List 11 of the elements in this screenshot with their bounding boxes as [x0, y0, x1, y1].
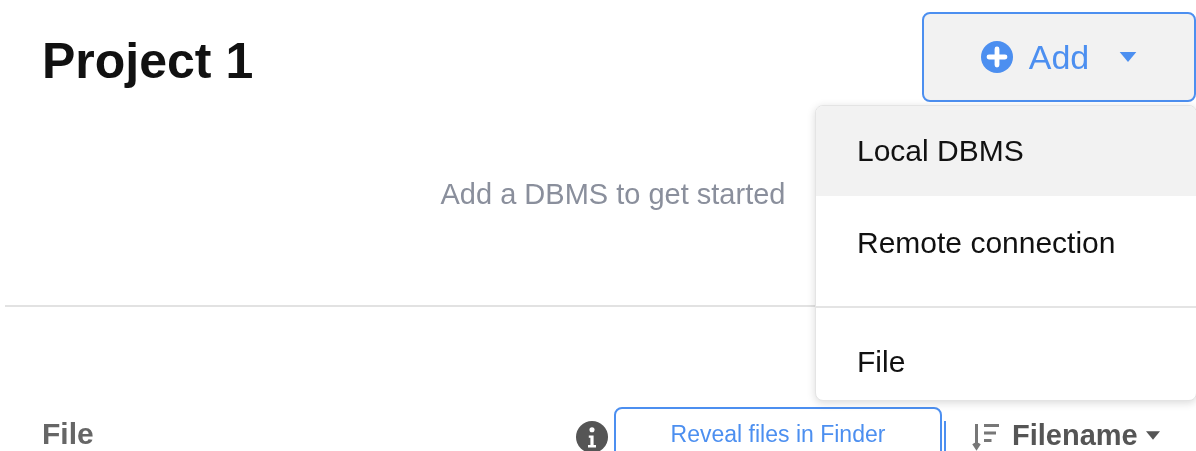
caret-icon [1145, 431, 1160, 440]
plus-circle-icon [980, 41, 1013, 73]
empty-state-text: Add a DBMS to get started [439, 178, 787, 211]
menu-item[interactable]: Local DBMS [816, 106, 1196, 196]
menu-item[interactable]: Remote connection [816, 196, 1196, 306]
section-heading: File [42, 417, 95, 451]
sort-button[interactable]: Filename [946, 419, 1160, 451]
menu-item[interactable]: File [816, 308, 1196, 400]
info-icon[interactable] [576, 421, 608, 451]
caret-icon [1119, 52, 1138, 62]
project-title: Project 1 [42, 32, 254, 90]
